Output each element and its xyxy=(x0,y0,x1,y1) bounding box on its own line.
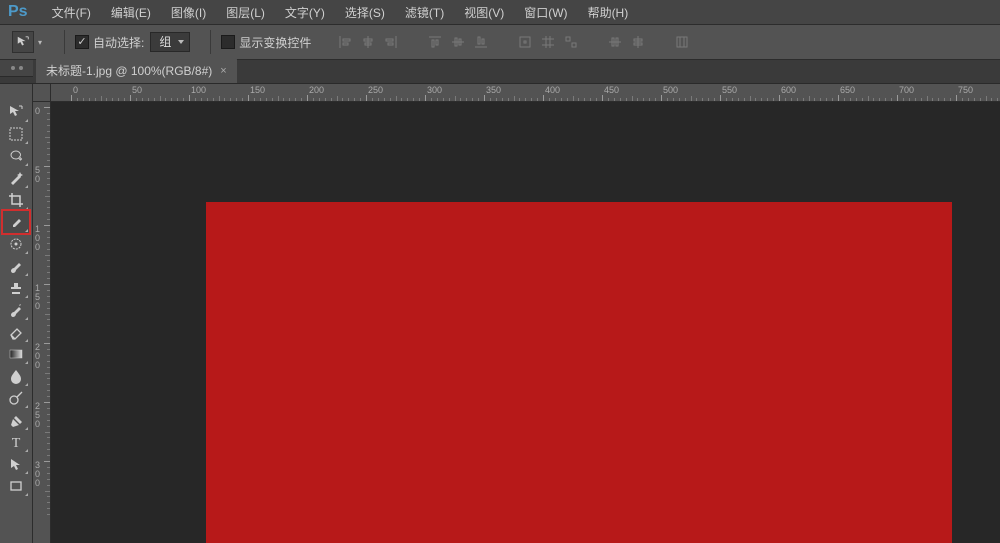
divider xyxy=(64,30,65,54)
align-button-6 xyxy=(471,32,491,52)
options-bar: ▾ 自动选择: 组 显示变换控件 xyxy=(0,25,1000,60)
layer-target-select[interactable]: 组 xyxy=(150,32,190,52)
magic-wand-tool[interactable] xyxy=(3,167,29,189)
history-brush-tool[interactable] xyxy=(3,299,29,321)
align-button-9 xyxy=(538,32,558,52)
menu-edit[interactable]: 编辑(E) xyxy=(101,1,161,24)
align-button-4 xyxy=(425,32,445,52)
pen-tool[interactable] xyxy=(3,409,29,431)
menu-layer[interactable]: 图层(L) xyxy=(216,1,275,24)
menu-select[interactable]: 选择(S) xyxy=(335,1,395,24)
align-button-13 xyxy=(628,32,648,52)
close-icon[interactable]: × xyxy=(220,65,226,77)
panel-grip[interactable] xyxy=(0,60,33,77)
divider xyxy=(210,30,211,54)
document-tab[interactable]: 未标题-1.jpg @ 100%(RGB/8#) × xyxy=(36,58,237,83)
align-button-8 xyxy=(515,32,535,52)
tool-preset-dropdown-icon[interactable]: ▾ xyxy=(38,38,42,47)
menu-filter[interactable]: 滤镜(T) xyxy=(395,1,454,24)
menu-view[interactable]: 视图(V) xyxy=(454,1,514,24)
menu-bar: Ps 文件(F) 编辑(E) 图像(I) 图层(L) 文字(Y) 选择(S) 滤… xyxy=(0,0,1000,25)
align-button-5 xyxy=(448,32,468,52)
align-button-12 xyxy=(605,32,625,52)
move-tool[interactable] xyxy=(3,101,29,123)
gradient-tool[interactable] xyxy=(3,343,29,365)
align-button-1 xyxy=(358,32,378,52)
align-button-2 xyxy=(381,32,401,52)
spot-heal-tool[interactable] xyxy=(3,233,29,255)
document-tab-bar: 未标题-1.jpg @ 100%(RGB/8#) × xyxy=(0,60,1000,84)
horizontal-ruler[interactable]: 0501001502002503003504004505005506006507… xyxy=(51,84,1000,102)
auto-select-checkbox[interactable] xyxy=(75,35,89,49)
current-tool-indicator[interactable] xyxy=(12,31,34,53)
menu-image[interactable]: 图像(I) xyxy=(161,1,216,24)
brush-tool[interactable] xyxy=(3,255,29,277)
document-tab-title: 未标题-1.jpg @ 100%(RGB/8#) xyxy=(46,62,212,79)
auto-select-label: 自动选择: xyxy=(93,34,144,51)
show-transform-label: 显示变换控件 xyxy=(239,34,311,51)
align-button-10 xyxy=(561,32,581,52)
menu-window[interactable]: 窗口(W) xyxy=(514,1,577,24)
rectangle-tool[interactable] xyxy=(3,475,29,497)
main-area: 0501001502002503003504004505005506006507… xyxy=(0,84,1000,543)
canvas[interactable] xyxy=(206,202,952,543)
clone-stamp-tool[interactable] xyxy=(3,277,29,299)
eraser-tool[interactable] xyxy=(3,321,29,343)
menu-help[interactable]: 帮助(H) xyxy=(578,1,639,24)
blur-tool[interactable] xyxy=(3,365,29,387)
canvas-region: 0501001502002503003504004505005506006507… xyxy=(33,84,1000,543)
ruler-origin[interactable] xyxy=(33,84,51,102)
align-button-0 xyxy=(335,32,355,52)
crop-tool[interactable] xyxy=(3,189,29,211)
vertical-ruler[interactable]: 050100150200250300 xyxy=(33,102,51,543)
canvas-viewport[interactable] xyxy=(51,102,1000,543)
eyedropper-tool[interactable] xyxy=(3,211,29,233)
show-transform-checkbox[interactable] xyxy=(221,35,235,49)
path-select-tool[interactable] xyxy=(3,453,29,475)
app-logo: Ps xyxy=(8,3,28,21)
menu-type[interactable]: 文字(Y) xyxy=(275,1,335,24)
align-button-group xyxy=(335,32,692,52)
tool-palette xyxy=(0,84,33,543)
rect-marquee-tool[interactable] xyxy=(3,123,29,145)
lasso-tool[interactable] xyxy=(3,145,29,167)
menu-file[interactable]: 文件(F) xyxy=(42,1,101,24)
type-tool[interactable] xyxy=(3,431,29,453)
align-button-15 xyxy=(672,32,692,52)
dodge-tool[interactable] xyxy=(3,387,29,409)
